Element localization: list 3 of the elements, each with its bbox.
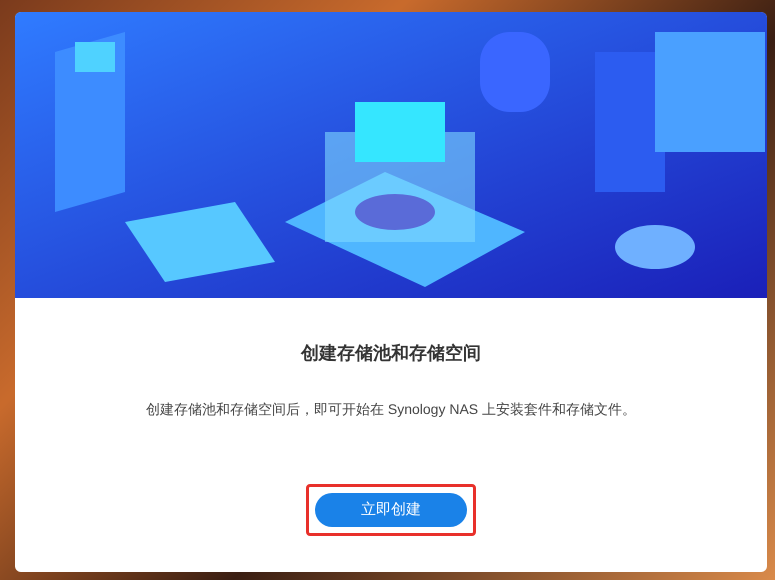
dialog-title: 创建存储池和存储空间 (301, 342, 481, 365)
create-now-button[interactable]: 立即创建 (315, 493, 467, 527)
dialog-description: 创建存储池和存储空间后，即可开始在 Synology NAS 上安装套件和存储文件。 (146, 400, 636, 419)
